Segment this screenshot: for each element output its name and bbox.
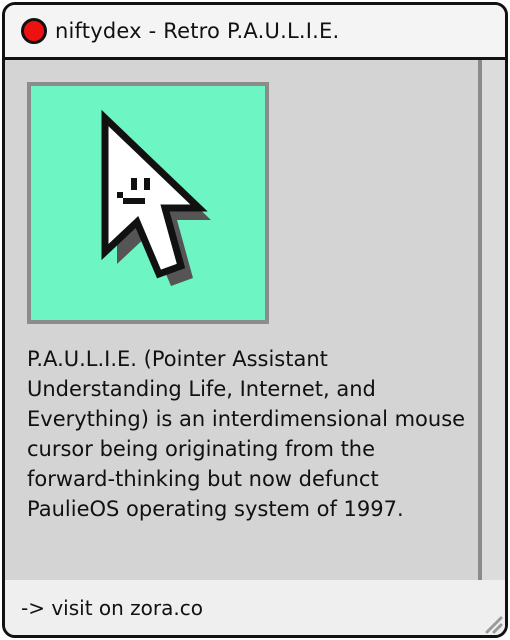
- title-bar[interactable]: niftydex - Retro P.A.U.L.I.E.: [5, 5, 505, 60]
- nft-image: [27, 82, 269, 324]
- window-title: niftydex - Retro P.A.U.L.I.E.: [55, 19, 340, 43]
- footer: -> visit on zora.co: [5, 580, 505, 635]
- description-text: P.A.U.L.I.E. (Pointer Assistant Understa…: [27, 347, 466, 521]
- visit-zora-link[interactable]: -> visit on zora.co: [21, 596, 203, 620]
- app-window: niftydex - Retro P.A.U.L.I.E. P.A.U.L.I.…: [2, 2, 508, 638]
- resize-grip-icon[interactable]: [481, 612, 503, 634]
- content-panel: P.A.U.L.I.E. (Pointer Assistant Understa…: [5, 60, 478, 580]
- pixel-cursor-icon: [101, 109, 211, 286]
- scrollbar-area[interactable]: [482, 60, 505, 580]
- close-button[interactable]: [21, 18, 47, 44]
